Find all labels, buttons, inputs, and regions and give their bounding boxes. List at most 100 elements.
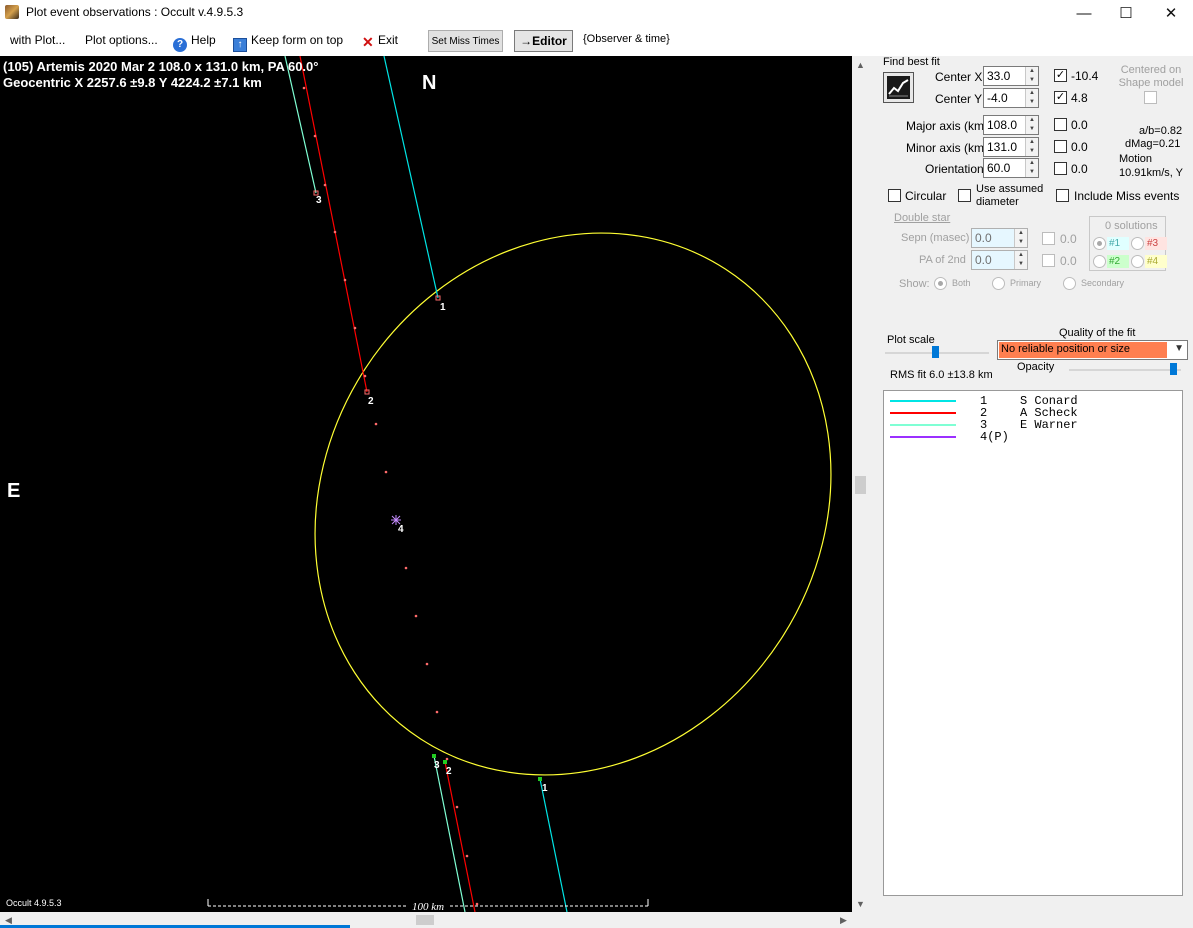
- solution-4-label: #4: [1145, 255, 1167, 268]
- quality-value: No reliable position or size: [999, 342, 1167, 358]
- pa2-checkbox[interactable]: [1042, 254, 1055, 267]
- app-icon: [5, 5, 19, 19]
- maximize-button[interactable]: ☐: [1103, 0, 1149, 26]
- show-primary-radio[interactable]: [992, 277, 1005, 290]
- solution-2-label: #2: [1107, 255, 1129, 268]
- solution-3-label: #3: [1145, 237, 1167, 250]
- plot-scale-slider[interactable]: [932, 346, 939, 358]
- opacity-track[interactable]: [1069, 369, 1181, 371]
- major-axis-fit-value: 0.0: [1071, 118, 1088, 132]
- menu-help[interactable]: ? Help: [173, 33, 216, 52]
- spinner-arrows-icon[interactable]: ▲ ▼: [1025, 159, 1038, 177]
- sepn-checkbox[interactable]: [1042, 232, 1055, 245]
- menu-keep-on-top[interactable]: ↑ Keep form on top: [233, 33, 343, 52]
- legend-line-2: [890, 412, 956, 414]
- quality-select[interactable]: No reliable position or size ▼: [997, 340, 1188, 360]
- editor-button[interactable]: →Editor: [514, 30, 573, 52]
- set-miss-times-button[interactable]: Set Miss Times: [428, 30, 503, 52]
- center-x-fit-value: -10.4: [1071, 69, 1099, 83]
- center-y-checkbox[interactable]: ✓: [1054, 91, 1067, 104]
- minor-axis-value: 131.0: [987, 140, 1018, 154]
- scroll-down-icon[interactable]: ▼: [852, 895, 869, 912]
- opacity-slider[interactable]: [1170, 363, 1177, 375]
- chart-icon: [887, 76, 910, 99]
- event-marker-3r: [432, 754, 436, 758]
- show-secondary-radio[interactable]: [1063, 277, 1076, 290]
- motion-label: Motion: [1119, 153, 1153, 165]
- minimize-button[interactable]: —: [1061, 0, 1107, 26]
- center-x-input[interactable]: 33.0 ▲ ▼: [983, 66, 1039, 86]
- chord-label: 1: [440, 302, 446, 313]
- observer-legend[interactable]: 1 S Conard 2 A Scheck 3 E Warner 4(P): [883, 390, 1183, 896]
- chord-1-lower: [539, 778, 568, 912]
- legend-row[interactable]: 4(P): [884, 431, 1184, 443]
- plot-info-line-2: Geocentric X 2257.6 ±9.8 Y 4224.2 ±7.1 k…: [3, 75, 262, 90]
- spinner-arrows-icon[interactable]: ▲ ▼: [1014, 251, 1027, 269]
- minor-axis-fit-value: 0.0: [1071, 140, 1088, 154]
- solution-4-radio[interactable]: [1131, 255, 1144, 268]
- show-label: Show:: [899, 278, 930, 290]
- solutions-box: 0 solutions #1 #3 #2 #4: [1089, 216, 1167, 271]
- menu-exit[interactable]: ✕ Exit: [362, 33, 398, 49]
- center-y-fit-value: 4.8: [1071, 91, 1088, 105]
- window-title: Plot event observations : Occult v.4.9.5…: [26, 5, 244, 19]
- solution-1-radio[interactable]: [1093, 237, 1106, 250]
- chord-3-upper: [284, 56, 317, 194]
- double-star-label[interactable]: Double star: [894, 212, 950, 224]
- horizontal-scroll-thumb[interactable]: [416, 915, 434, 925]
- scroll-up-icon[interactable]: ▲: [852, 56, 869, 73]
- find-best-fit-button[interactable]: [883, 72, 914, 103]
- solution-2-radio[interactable]: [1093, 255, 1106, 268]
- chord-label: 4: [398, 524, 404, 535]
- use-assumed-checkbox[interactable]: [958, 189, 971, 202]
- major-axis-checkbox[interactable]: [1054, 118, 1067, 131]
- include-miss-checkbox[interactable]: [1056, 189, 1069, 202]
- spinner-arrows-icon[interactable]: ▲ ▼: [1025, 138, 1038, 156]
- menu-help-label: Help: [191, 33, 216, 47]
- center-x-value: 33.0: [987, 69, 1011, 83]
- centered-shape-checkbox[interactable]: [1144, 91, 1157, 104]
- orientation-label: Orientation: [925, 162, 984, 176]
- menu-plot-options[interactable]: Plot options...: [85, 33, 158, 47]
- menu-with-plot[interactable]: with Plot...: [10, 33, 65, 47]
- orientation-value: 60.0: [987, 161, 1011, 175]
- orientation-input[interactable]: 60.0 ▲ ▼: [983, 158, 1039, 178]
- plot-vertical-scrollbar[interactable]: ▲ ▼: [852, 56, 869, 912]
- plot-info-line-1: (105) Artemis 2020 Mar 2 108.0 x 131.0 k…: [3, 59, 319, 74]
- opacity-label: Opacity: [1017, 361, 1055, 373]
- plot-area[interactable]: 1 2 3 1 2 3 4 100 km (105) Artemis 2020 …: [0, 56, 852, 912]
- chord-label: 3: [434, 760, 440, 771]
- circular-label: Circular: [905, 189, 947, 203]
- spinner-arrows-icon[interactable]: ▲ ▼: [1025, 67, 1038, 85]
- spinner-arrows-icon[interactable]: ▲ ▼: [1025, 116, 1038, 134]
- scroll-right-icon[interactable]: ▶: [835, 912, 852, 928]
- menu-observer-time[interactable]: {Observer & time}: [583, 33, 670, 45]
- show-both-radio[interactable]: [934, 277, 947, 290]
- minor-axis-input[interactable]: 131.0 ▲ ▼: [983, 137, 1039, 157]
- spinner-arrows-icon[interactable]: ▲ ▼: [1014, 229, 1027, 247]
- event-marker-1r: [538, 777, 542, 781]
- orientation-checkbox[interactable]: [1054, 162, 1067, 175]
- pa2-input[interactable]: 0.0 ▲ ▼: [971, 250, 1028, 270]
- chord-label: 2: [446, 766, 452, 777]
- show-both-label: Both: [952, 278, 971, 288]
- spinner-arrows-icon[interactable]: ▲ ▼: [1025, 89, 1038, 107]
- legend-row[interactable]: 3 E Warner: [884, 419, 1184, 431]
- use-assumed-label: Use assumed diameter: [976, 183, 1044, 208]
- solution-1-label: #1: [1107, 237, 1129, 250]
- sepn-input[interactable]: 0.0 ▲ ▼: [971, 228, 1028, 248]
- legend-num: 4(P): [980, 430, 1009, 444]
- path-dots: [302, 86, 479, 906]
- major-axis-input[interactable]: 108.0 ▲ ▼: [983, 115, 1039, 135]
- legend-line-3: [890, 424, 956, 426]
- minor-axis-checkbox[interactable]: [1054, 140, 1067, 153]
- pa2-label: PA of 2nd: [919, 254, 966, 266]
- center-x-checkbox[interactable]: ✓: [1054, 69, 1067, 82]
- solution-3-radio[interactable]: [1131, 237, 1144, 250]
- close-red-icon: ✕: [362, 34, 374, 50]
- close-button[interactable]: ✕: [1148, 0, 1193, 26]
- vertical-scroll-thumb[interactable]: [855, 476, 866, 494]
- circular-checkbox[interactable]: [888, 189, 901, 202]
- center-y-input[interactable]: -4.0 ▲ ▼: [983, 88, 1039, 108]
- chord-label: 1: [542, 783, 548, 794]
